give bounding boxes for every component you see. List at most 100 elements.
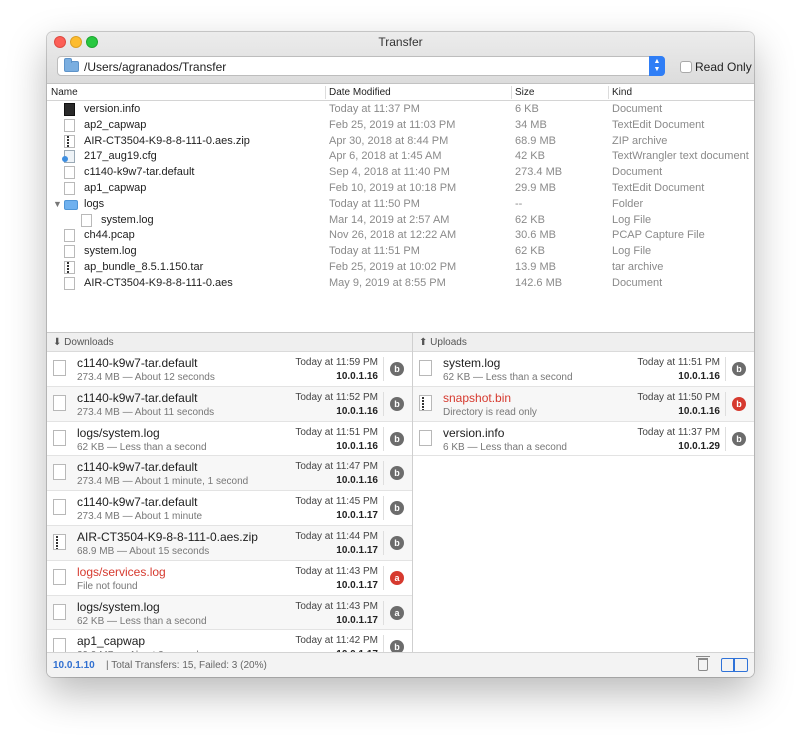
file-row[interactable]: AIR-CT3504-K9-8-8-111-0.aes.zip Apr 30, 2… — [47, 134, 754, 150]
transfer-row[interactable]: c1140-k9w7-tar.default 273.4 MB — About 1… — [47, 352, 412, 387]
column-header-kind[interactable]: Kind — [612, 87, 632, 98]
row-separator — [725, 426, 726, 451]
transfer-status-badge[interactable]: b — [390, 535, 404, 550]
document-icon — [53, 394, 66, 411]
document-icon — [64, 245, 75, 259]
transfer-status-badge[interactable]: b — [390, 501, 404, 516]
file-kind: Folder — [612, 197, 644, 210]
file-size: 30.6 MB — [515, 229, 556, 242]
transfer-name: logs/system.log — [77, 599, 160, 614]
file-date: Feb 10, 2019 at 10:18 PM — [329, 181, 457, 194]
transfer-status-badge[interactable]: b — [390, 362, 404, 376]
path-popup[interactable]: /Users/agranados/Transfer ▲ ▼ — [57, 56, 665, 76]
transfer-row[interactable]: c1140-k9w7-tar.default 273.4 MB — About 1… — [47, 386, 412, 422]
checkbox-box[interactable] — [680, 61, 692, 73]
file-row[interactable]: c1140-k9w7-tar.default Sep 4, 2018 at 11:… — [47, 165, 754, 181]
file-date: Sep 4, 2018 at 11:40 PM — [329, 166, 450, 179]
column-header-name[interactable]: Name — [51, 87, 78, 98]
document-icon — [64, 118, 75, 132]
transfer-time: Today at 11:52 PM — [295, 391, 378, 403]
file-row[interactable]: ap_bundle_8.5.1.150.tar Feb 25, 2019 at 1… — [47, 260, 754, 276]
transfer-status-badge[interactable]: b — [390, 466, 404, 481]
document-icon — [64, 181, 75, 195]
transfer-row[interactable]: c1140-k9w7-tar.default 273.4 MB — About 1… — [47, 456, 412, 492]
file-row[interactable]: ap2_capwap Feb 25, 2019 at 11:03 PM 34 MB T… — [47, 118, 754, 134]
transfer-status-badge[interactable]: a — [390, 605, 404, 620]
row-separator — [383, 357, 384, 381]
document-icon — [64, 166, 75, 180]
file-date: Nov 26, 2018 at 12:22 AM — [329, 229, 457, 242]
file-kind: TextEdit Document — [612, 118, 705, 131]
column-divider[interactable] — [325, 86, 326, 99]
file-row[interactable]: ap1_capwap Feb 10, 2019 at 10:18 PM 29.9 M… — [47, 181, 754, 197]
file-name: AIR-CT3504-K9-8-8-111-0.aes.zip — [84, 134, 250, 147]
column-header-date[interactable]: Date Modified — [329, 87, 391, 98]
transfer-row[interactable]: logs/services.log File not found Today at … — [47, 561, 412, 596]
transfer-row[interactable]: version.info 6 KB — Less than a second Tod… — [413, 422, 754, 457]
transfer-row[interactable]: AIR-CT3504-K9-8-8-111-0.aes.zip 68.9 MB —… — [47, 525, 412, 561]
transfer-status-badge[interactable]: b — [390, 640, 404, 652]
row-separator — [383, 600, 384, 625]
transfer-window: Transfer /Users/agranados/Transfer ▲ ▼ Re… — [47, 32, 754, 677]
transfer-row[interactable]: c1140-k9w7-tar.default 273.4 MB — About 1… — [47, 491, 412, 526]
file-row[interactable]: ch44.pcap Nov 26, 2018 at 12:22 AM 30.6 MB… — [47, 228, 754, 244]
file-size: -- — [515, 197, 523, 210]
file-size: 34 MB — [515, 118, 547, 131]
file-name: version.info — [84, 103, 141, 115]
file-list: version.info Today at 11:37 PM 6 KB Documen… — [47, 102, 754, 292]
file-row[interactable]: system.log Mar 14, 2019 at 2:57 AM 62 KB Lo… — [47, 213, 754, 229]
file-size: 62 KB — [515, 245, 545, 258]
column-header-size[interactable]: Size — [515, 87, 534, 98]
path-text: /Users/agranados/Transfer — [84, 60, 227, 74]
transfer-status-badge[interactable]: b — [390, 431, 404, 446]
document-icon — [53, 603, 66, 620]
file-kind: Log File — [612, 245, 652, 258]
transfer-row[interactable]: snapshot.bin Directory is read only Today … — [413, 386, 754, 422]
trash-icon[interactable] — [696, 656, 710, 671]
transfer-name: ap1_capwap — [77, 634, 146, 649]
transfer-row[interactable]: logs/system.log 62 KB — Less than a secon… — [47, 595, 412, 631]
file-date: Apr 30, 2018 at 8:44 PM — [329, 134, 449, 147]
status-bar: 10.0.1.10 | Total Transfers: 15, Failed:… — [47, 652, 754, 677]
transfer-status-badge[interactable]: b — [732, 362, 746, 376]
file-date: Today at 11:50 PM — [329, 197, 420, 210]
transfer-host: 10.0.1.16 — [336, 475, 378, 487]
transfer-time: Today at 11:47 PM — [295, 461, 378, 473]
file-kind: PCAP Capture File — [612, 229, 705, 242]
document-icon — [64, 276, 75, 290]
transfer-row[interactable]: system.log 62 KB — Less than a second Toda… — [413, 352, 754, 387]
file-row[interactable]: system.log Today at 11:51 PM 62 KB Log File — [47, 244, 754, 260]
file-row[interactable]: ▼ logs Today at 11:50 PM -- Folder — [47, 197, 754, 213]
transfer-host: 10.0.1.16 — [336, 440, 378, 452]
transfer-time: Today at 11:45 PM — [295, 496, 378, 508]
column-divider[interactable] — [608, 86, 609, 99]
file-size: 62 KB — [515, 213, 545, 226]
transfer-host: 10.0.1.16 — [678, 405, 720, 417]
read-only-label: Read Only — [695, 60, 752, 74]
file-row[interactable]: 217_aug19.cfg Apr 6, 2018 at 1:45 AM 42 KB… — [47, 149, 754, 165]
uploads-list[interactable]: system.log 62 KB — Less than a second Toda… — [413, 352, 754, 652]
uploads-title: ⬆ Uploads — [419, 337, 467, 348]
transfer-detail: 273.4 MB — About 1 minute, 1 second — [77, 476, 249, 488]
column-divider[interactable] — [511, 86, 512, 99]
file-kind: Log File — [612, 213, 652, 226]
file-row[interactable]: version.info Today at 11:37 PM 6 KB Documen… — [47, 102, 754, 118]
file-date: Apr 6, 2018 at 1:45 AM — [329, 150, 442, 163]
transfer-status-badge[interactable]: b — [732, 431, 746, 446]
downloads-list[interactable]: c1140-k9w7-tar.default 273.4 MB — About 1… — [47, 352, 412, 652]
split-view-icon[interactable] — [721, 658, 748, 672]
transfer-row[interactable]: logs/system.log 62 KB — Less than a secon… — [47, 422, 412, 457]
popup-arrows-icon[interactable]: ▲ ▼ — [649, 56, 665, 76]
transfer-host: 10.0.1.17 — [336, 510, 378, 522]
transfer-status-badge[interactable]: b — [732, 396, 746, 411]
transfer-status-badge[interactable]: a — [390, 570, 404, 585]
transfer-status-badge[interactable]: b — [390, 396, 404, 411]
transfer-row[interactable]: ap1_capwap29.9 MB — About 3 secondsToday… — [47, 630, 412, 652]
file-name: c1140-k9w7-tar.default — [84, 166, 195, 179]
file-row[interactable]: AIR-CT3504-K9-8-8-111-0.aes May 9, 2019 a… — [47, 276, 754, 292]
disclosure-triangle-icon[interactable]: ▼ — [53, 199, 62, 209]
titlebar: Transfer /Users/agranados/Transfer ▲ ▼ Re… — [47, 32, 754, 84]
downloads-title: ⬇ Downloads — [53, 337, 114, 348]
document-icon — [53, 464, 66, 481]
file-kind: Document — [612, 103, 663, 115]
